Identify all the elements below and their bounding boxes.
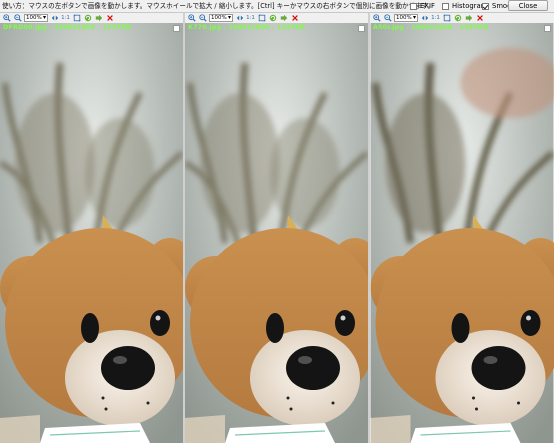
next-icon[interactable] <box>94 14 103 23</box>
fit-icon[interactable] <box>235 14 244 23</box>
rotate-icon[interactable] <box>83 14 92 23</box>
fullscreen-icon[interactable] <box>257 14 266 23</box>
close-icon[interactable] <box>290 14 299 23</box>
exif-option[interactable]: EXIF <box>410 1 435 11</box>
close-icon[interactable] <box>105 14 114 23</box>
zoom-out-icon[interactable] <box>198 14 207 23</box>
exif-checkbox[interactable] <box>410 2 417 10</box>
image-panel-3[interactable]: 100% 1:1 <box>370 13 554 443</box>
zoom-select[interactable]: 100% <box>209 14 233 22</box>
zoom-select[interactable]: 100% <box>24 14 48 22</box>
image-caption: A50r.jpg . 1600x1600 . 1387KB <box>373 24 489 31</box>
close-button[interactable]: Close <box>508 0 548 11</box>
fit-icon[interactable] <box>50 14 59 23</box>
zoom-in-icon[interactable] <box>2 14 11 23</box>
header-bar: 使い方：マウスの左ボタンで画像を動かします。マウスホイールで拡大 / 縮小します… <box>0 0 554 13</box>
bear-image[interactable] <box>0 23 183 443</box>
histogram-option[interactable]: Histogram <box>442 1 487 11</box>
histogram-checkbox[interactable] <box>442 2 449 10</box>
panel-toolbar: 100% 1:1 <box>0 13 183 23</box>
actual-size-icon[interactable]: 1:1 <box>431 14 440 23</box>
zoom-in-icon[interactable] <box>187 14 196 23</box>
smooth-checkbox[interactable] <box>482 2 489 10</box>
close-icon[interactable] <box>475 14 484 23</box>
actual-size-icon[interactable]: 1:1 <box>246 14 255 23</box>
panel-toolbar: 100% 1:1 <box>370 13 554 23</box>
panel-toolbar: 100% 1:1 <box>185 13 368 23</box>
panel-divider[interactable] <box>183 13 185 443</box>
zoom-out-icon[interactable] <box>13 14 22 23</box>
panel-divider[interactable] <box>368 13 370 443</box>
fullscreen-icon[interactable] <box>442 14 451 23</box>
image-panel-1[interactable]: 100% 1:1 <box>0 13 183 443</box>
panel-select-checkbox[interactable] <box>544 25 551 32</box>
image-caption: DFRD00.jpg . 1600x1600 . 1337KB <box>3 24 132 31</box>
rotate-icon[interactable] <box>453 14 462 23</box>
zoom-select[interactable]: 100% <box>394 14 418 22</box>
panel-select-checkbox[interactable] <box>173 25 180 32</box>
usage-hint: 使い方：マウスの左ボタンで画像を動かします。マウスホイールで拡大 / 縮小します… <box>2 2 435 10</box>
image-panel-2[interactable]: 100% 1:1 <box>185 13 368 443</box>
actual-size-icon[interactable]: 1:1 <box>61 14 70 23</box>
bear-image[interactable] <box>185 23 368 443</box>
zoom-in-icon[interactable] <box>372 14 381 23</box>
next-icon[interactable] <box>279 14 288 23</box>
fit-icon[interactable] <box>420 14 429 23</box>
next-icon[interactable] <box>464 14 473 23</box>
exif-label: EXIF <box>420 2 435 10</box>
rotate-icon[interactable] <box>268 14 277 23</box>
image-caption: K770.jpg . 1600x1600 . 1337KB <box>188 24 306 31</box>
zoom-out-icon[interactable] <box>383 14 392 23</box>
panel-select-checkbox[interactable] <box>358 25 365 32</box>
fullscreen-icon[interactable] <box>72 14 81 23</box>
bear-image[interactable] <box>370 23 554 443</box>
